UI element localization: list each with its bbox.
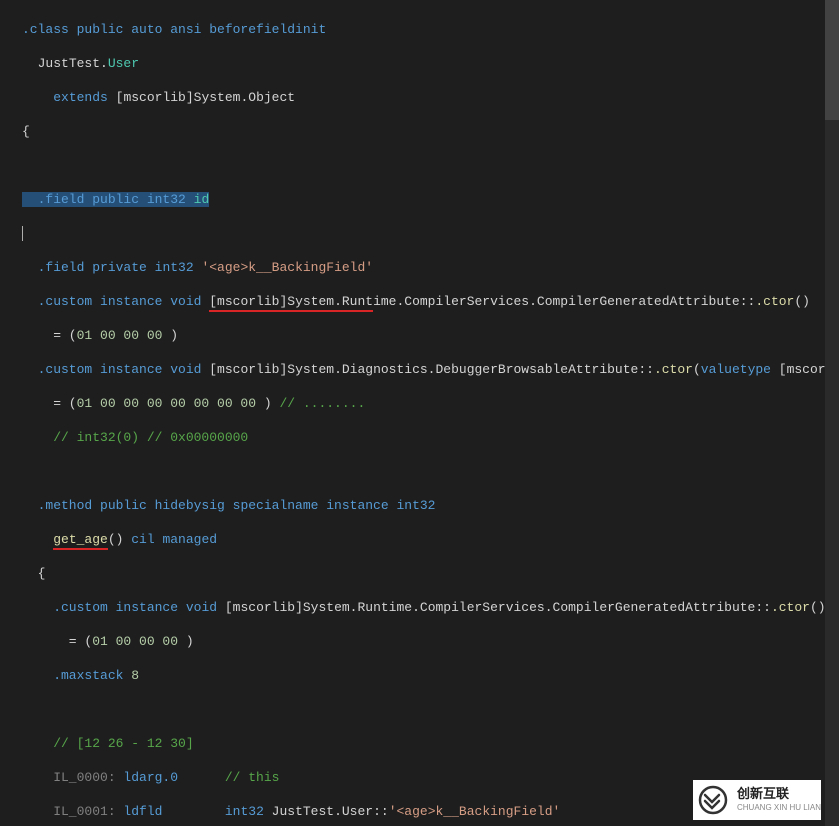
scrollbar-thumb[interactable] (825, 0, 839, 120)
code-line: = (01 00 00 00 ) (22, 327, 839, 344)
code-line: .maxstack 8 (22, 667, 839, 684)
watermark-logo: 创新互联 CHUANG XIN HU LIAN (693, 780, 821, 820)
text-cursor (22, 226, 23, 241)
code-line: { (22, 565, 839, 582)
code-editor[interactable]: .class public auto ansi beforefieldinit … (0, 0, 839, 826)
code-line: extends [mscorlib]System.Object (22, 89, 839, 106)
code-line: get_age() cil managed (22, 531, 839, 548)
code-line: = (01 00 00 00 00 00 00 00 ) // ........ (22, 395, 839, 412)
code-line: // [12 26 - 12 30] (22, 735, 839, 752)
logo-icon (693, 780, 733, 820)
code-line: .method public hidebysig specialname ins… (22, 497, 839, 514)
vertical-scrollbar[interactable] (825, 0, 839, 826)
code-line: { (22, 123, 839, 140)
code-line: .custom instance void [mscorlib]System.R… (22, 293, 839, 310)
code-line: JustTest.User (22, 55, 839, 72)
code-line: .custom instance void [mscorlib]System.R… (22, 599, 839, 616)
code-line: .custom instance void [mscorlib]System.D… (22, 361, 839, 378)
code-line: // int32(0) // 0x00000000 (22, 429, 839, 446)
code-line-selection: .field public int32 id (22, 191, 839, 208)
code-line: .class public auto ansi beforefieldinit (22, 21, 839, 38)
code-line: = (01 00 00 00 ) (22, 633, 839, 650)
logo-text: 创新互联 CHUANG XIN HU LIAN (733, 786, 821, 813)
code-line: .field private int32 '<age>k__BackingFie… (22, 259, 839, 276)
